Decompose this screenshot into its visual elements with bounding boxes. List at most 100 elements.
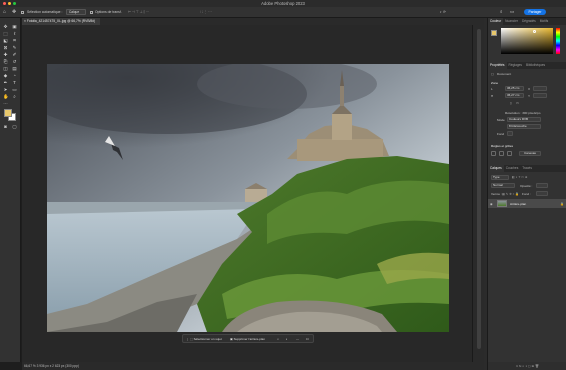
- color-field[interactable]: [501, 28, 553, 54]
- layers-footer-icons[interactable]: ∞ fx ◐ ◑ ▢ ⊞ 🗑: [516, 364, 539, 368]
- auto-select-dropdown[interactable]: Calque: [66, 9, 86, 15]
- document-tab-bar: × Fotolia_421457475_XL.jpg @ 66,7% (RVB/…: [22, 18, 484, 25]
- tab-paths[interactable]: Tracés: [520, 165, 534, 172]
- transform-checkbox[interactable]: [90, 11, 93, 14]
- more-icon[interactable]: ⋯: [3, 101, 8, 106]
- remove-background-label: Supprimer l'arrière-plan: [233, 337, 265, 341]
- layer-lock-icon: 🔒: [560, 202, 564, 206]
- frame-icon[interactable]: ⊠: [3, 45, 8, 50]
- grid-toggle-icon[interactable]: [499, 151, 504, 156]
- width-field[interactable]: 36,25 cm: [505, 86, 524, 91]
- layers-footer: ∞ fx ◐ ◑ ▢ ⊞ 🗑: [488, 362, 566, 370]
- blur-icon[interactable]: ◆: [3, 73, 8, 78]
- healing-icon[interactable]: ✚: [3, 52, 8, 57]
- lasso-icon[interactable]: ℓ: [12, 31, 17, 36]
- align-icons[interactable]: ⊢ ⊣ ⊤ ⊥ ⫿ ⋯: [128, 10, 149, 14]
- layer-row[interactable]: ◉ Arrière-plan 🔒: [488, 199, 566, 208]
- scroll-thumb[interactable]: [477, 29, 481, 349]
- ctx-grip-icon[interactable]: ⋮: [186, 337, 189, 341]
- share-button[interactable]: Partager: [524, 9, 546, 15]
- rulers-toggle-icon[interactable]: [491, 151, 496, 156]
- gradient-icon[interactable]: ▤: [12, 66, 17, 71]
- clone-icon[interactable]: ⎘: [3, 59, 8, 64]
- mode-label: Mode: [497, 118, 505, 122]
- bit-depth-dropdown[interactable]: 8 bits/couche: [507, 124, 541, 129]
- layer-fill-field[interactable]: [536, 191, 548, 196]
- move-tool-icon[interactable]: ✥: [12, 9, 16, 15]
- adjust-ctx-icon[interactable]: ◐: [286, 337, 288, 341]
- eyedropper-icon[interactable]: ✎: [12, 45, 17, 50]
- tab-properties[interactable]: Propriétés: [488, 62, 507, 69]
- panel-fg-swatch[interactable]: [491, 30, 497, 36]
- lock-icons[interactable]: ▦ ✎ ✥ ⌗ 🔒: [502, 192, 519, 196]
- document-tab-label: Fotolia_421457475_XL.jpg @ 66,7% (RVB/8#…: [26, 19, 96, 23]
- remove-background-button[interactable]: ▣ Supprimer l'arrière-plan: [230, 337, 265, 341]
- marquee-icon[interactable]: ⬚: [3, 31, 8, 36]
- x-field[interactable]: [533, 86, 547, 91]
- tab-libraries[interactable]: Bibliothèques: [524, 62, 547, 69]
- tab-gradients[interactable]: Dégradés: [520, 18, 538, 25]
- fill-swatch[interactable]: [507, 131, 513, 136]
- orientation-landscape-icon[interactable]: ▭: [516, 101, 519, 105]
- canvas-options-button[interactable]: Canevas: [519, 151, 541, 156]
- crop-icon[interactable]: ⌗: [12, 38, 17, 43]
- brush-icon[interactable]: ✐: [12, 52, 17, 57]
- 3d-mode-icons[interactable]: ◐ ⟳: [440, 10, 446, 14]
- tab-color[interactable]: Couleur: [488, 18, 504, 25]
- document-image[interactable]: [47, 64, 449, 332]
- foreground-color-swatch[interactable]: [4, 109, 12, 117]
- layer-thumbnail: [497, 200, 507, 207]
- hand-icon[interactable]: ✋: [3, 94, 9, 99]
- type-icon[interactable]: T: [12, 80, 17, 85]
- eraser-icon[interactable]: ◫: [3, 66, 8, 71]
- tab-adjustments[interactable]: Réglages: [507, 62, 524, 69]
- orientation-portrait-icon[interactable]: ▯: [510, 101, 512, 105]
- artboard-icon[interactable]: ▣: [12, 24, 17, 29]
- auto-select-checkbox[interactable]: [21, 11, 24, 14]
- pin-ctx-icon[interactable]: ⊡: [306, 337, 309, 341]
- document-icon: ▢: [491, 72, 494, 76]
- pen-icon[interactable]: ✒: [3, 80, 8, 85]
- hue-slider[interactable]: [556, 28, 560, 54]
- quick-mask-icon[interactable]: ◙: [3, 124, 8, 129]
- y-label: Y: [528, 94, 531, 98]
- right-panels: Couleur Nuancier Dégradés Motifs Proprié…: [487, 18, 566, 370]
- guides-toggle-icon[interactable]: [507, 151, 512, 156]
- screen-mode-icon[interactable]: ▢: [12, 124, 17, 129]
- opacity-field[interactable]: [536, 183, 548, 188]
- tab-channels[interactable]: Couches: [504, 165, 521, 172]
- distribute-icons[interactable]: ⁝ ⁞ ⋮ ⋯: [200, 10, 212, 14]
- history-brush-icon[interactable]: ↺: [12, 59, 17, 64]
- layer-visibility-icon[interactable]: ◉: [490, 202, 493, 206]
- shape-icon[interactable]: ▭: [12, 87, 17, 92]
- y-field[interactable]: [533, 93, 547, 98]
- status-bar: 66,67 % 3 936 px x 2 623 px (300 ppp): [22, 362, 484, 370]
- mode-dropdown[interactable]: Couleurs RVB: [507, 117, 541, 122]
- tab-patterns[interactable]: Motifs: [538, 18, 551, 25]
- tab-layers[interactable]: Calques: [488, 165, 504, 172]
- color-picker-marker[interactable]: [533, 30, 536, 33]
- height-field[interactable]: 36,27 cm: [505, 93, 524, 98]
- dodge-icon[interactable]: ◔: [12, 73, 17, 78]
- zoom-icon[interactable]: ⌕: [12, 94, 17, 99]
- x-label: X: [528, 87, 531, 91]
- document-tab[interactable]: × Fotolia_421457475_XL.jpg @ 66,7% (RVB/…: [22, 18, 100, 25]
- object-select-icon[interactable]: ⬕: [3, 38, 8, 43]
- select-subject-button[interactable]: ⬚ Sélectionner un sujet: [190, 337, 222, 341]
- app-title: Adobe Photoshop 2023: [261, 1, 305, 6]
- width-label: L: [491, 87, 493, 91]
- home-icon[interactable]: ⌂: [3, 9, 6, 15]
- search-icon[interactable]: ⌕: [500, 9, 503, 14]
- move-icon[interactable]: ✥: [3, 24, 8, 29]
- tab-swatches[interactable]: Nuancier: [503, 18, 520, 25]
- workspace-icon[interactable]: ▭: [510, 9, 514, 15]
- path-select-icon[interactable]: ➤: [3, 87, 8, 92]
- blend-mode-dropdown[interactable]: Normal: [491, 183, 515, 188]
- more-ctx-icon[interactable]: ⋯: [296, 337, 299, 341]
- properties-panel-tabs: Propriétés Réglages Bibliothèques: [488, 62, 566, 69]
- crop-ctx-icon[interactable]: ⌗: [277, 337, 279, 341]
- layer-filter-icons[interactable]: ◧ ◐ T ▭ ⊕: [512, 175, 528, 179]
- vertical-scrollbar[interactable]: [472, 25, 484, 362]
- title-bar: Adobe Photoshop 2023: [0, 0, 566, 7]
- layer-filter-dropdown[interactable]: Type: [491, 175, 509, 180]
